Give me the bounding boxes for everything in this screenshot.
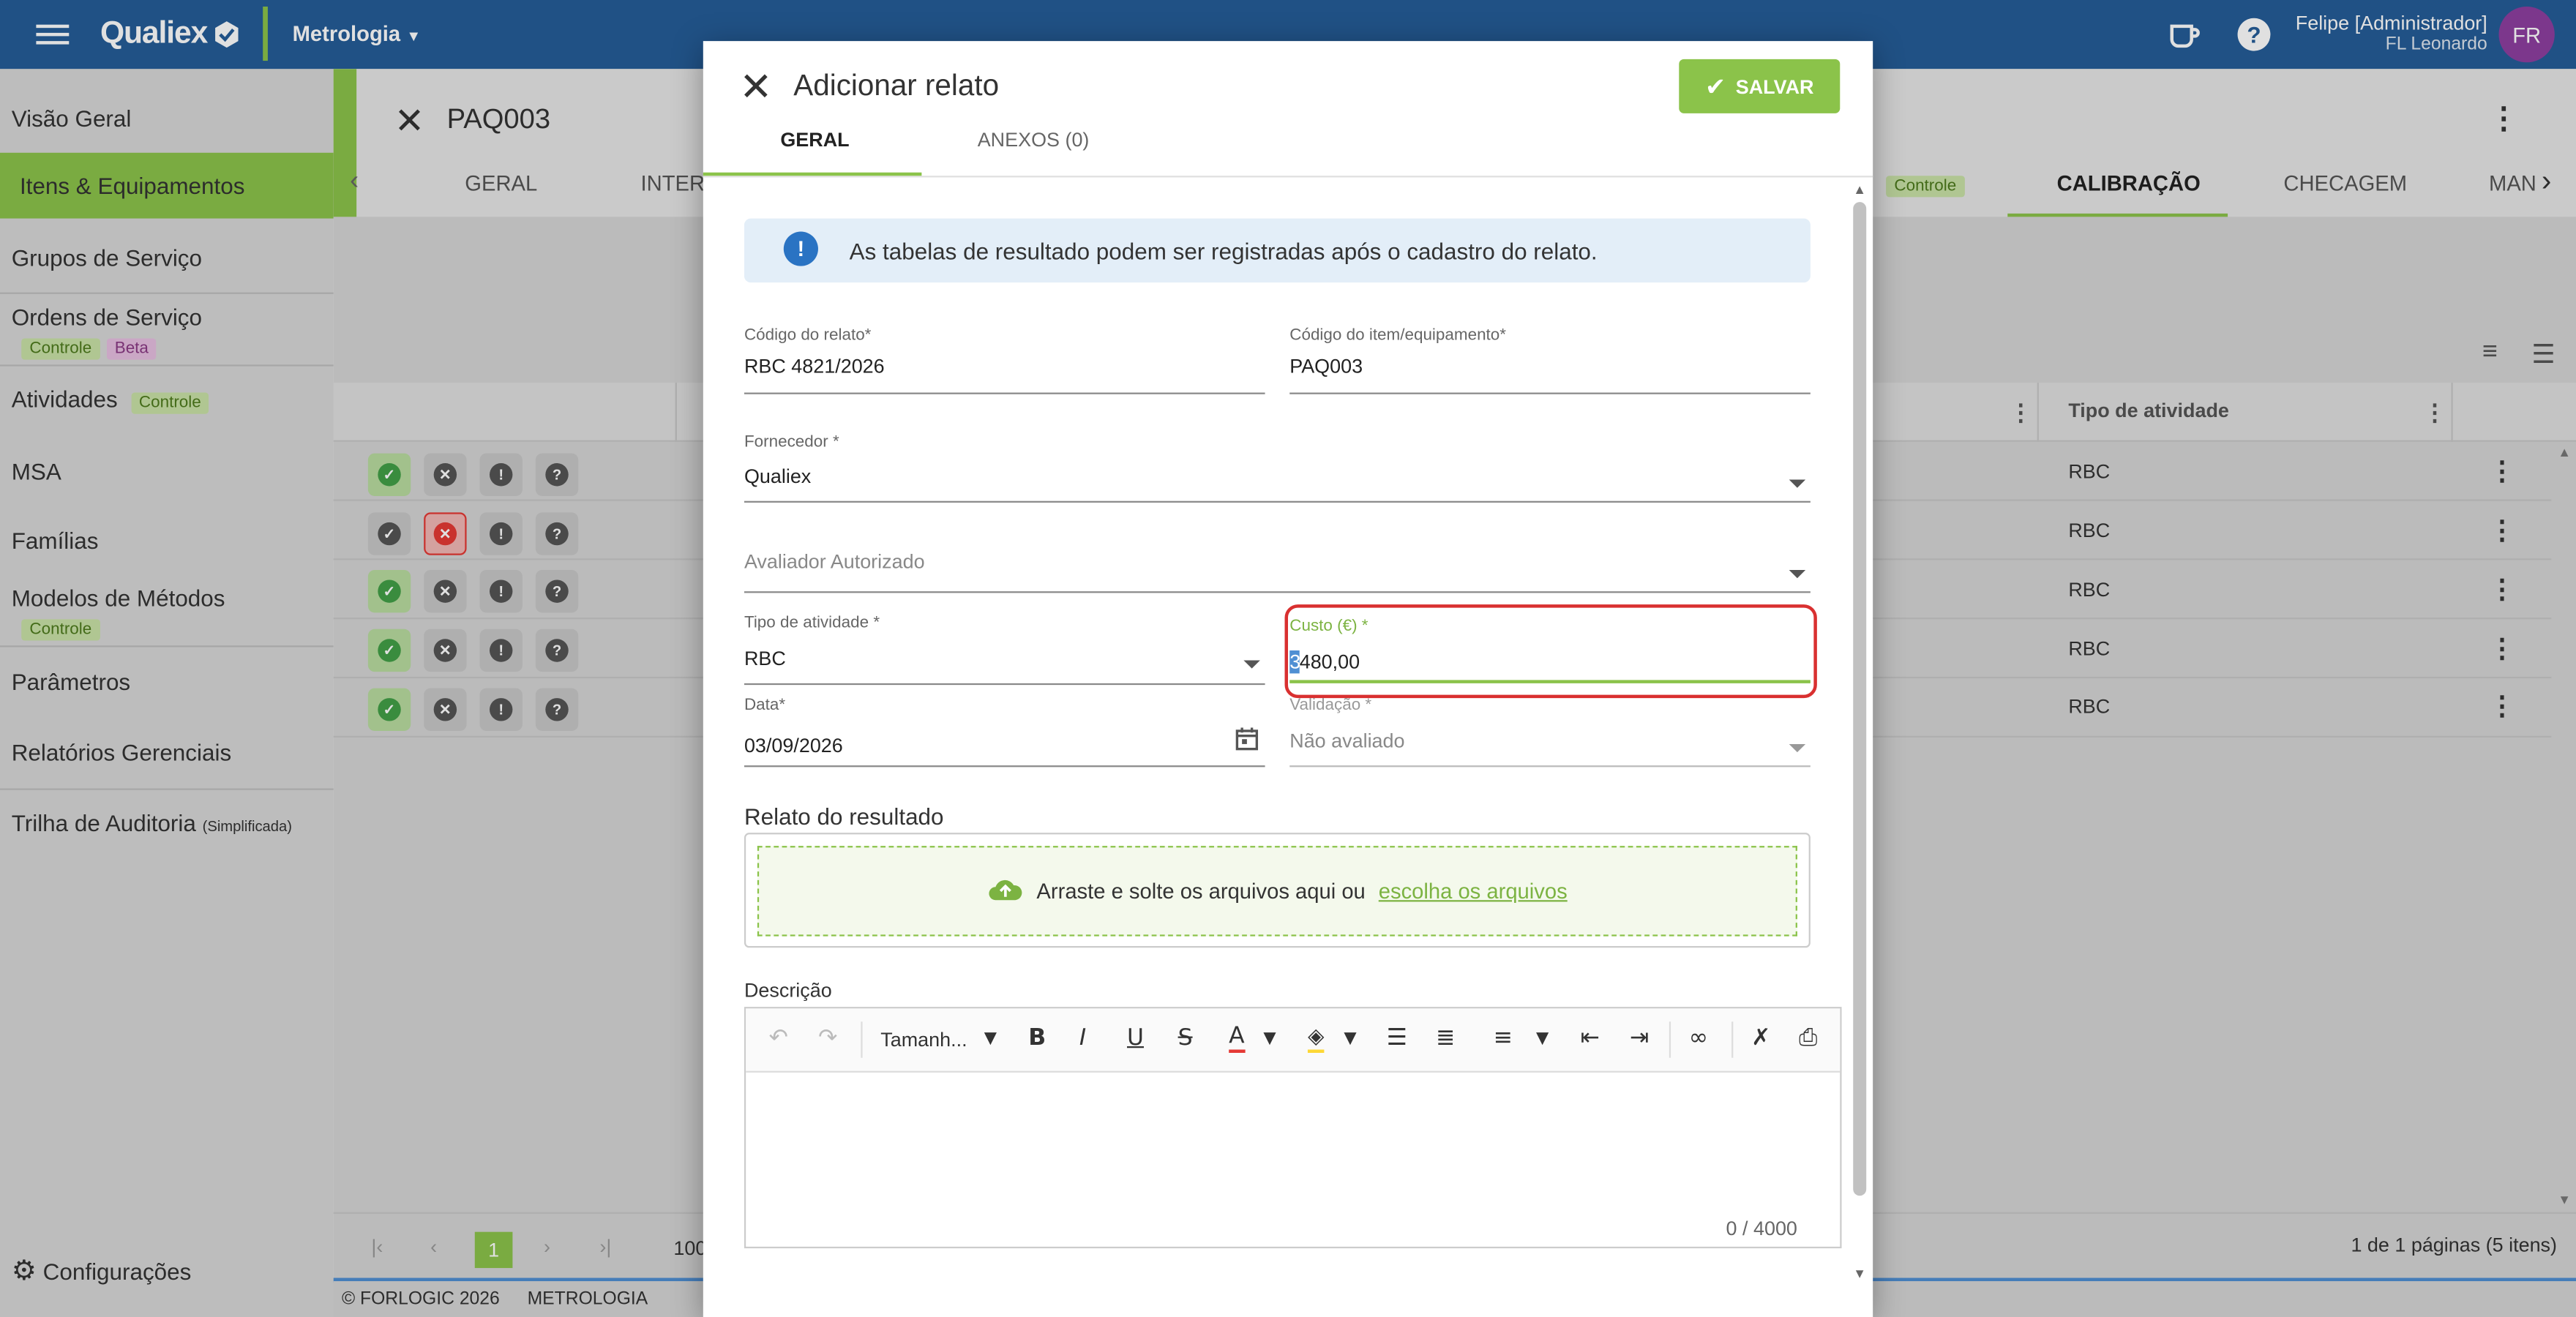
info-text: As tabelas de resultado podem ser regist… — [849, 238, 1598, 265]
field-underline — [744, 500, 1811, 503]
close-icon[interactable]: ✕ — [739, 64, 772, 112]
chevron-down-icon[interactable]: ▼ — [1344, 1030, 1356, 1048]
custo-value: 480,00 — [1299, 650, 1360, 674]
field-underline-active — [1289, 680, 1811, 683]
bold-icon[interactable]: B — [1028, 1025, 1046, 1051]
codigo-item-label: Código do item/equipamento* — [1289, 326, 1507, 345]
tab-anexos[interactable]: ANEXOS (0) — [978, 128, 1090, 151]
link-icon[interactable]: ∞ — [1689, 1025, 1708, 1051]
editor-toolbar: ↶ ↷ Tamanh... ▼ B I U S A ▼ ◈ ▼ ☰ ≣ ≡ ▼ … — [746, 1008, 1841, 1073]
choose-files-link[interactable]: escolha os arquivos — [1379, 879, 1568, 904]
underline-icon[interactable]: U — [1127, 1025, 1144, 1051]
dropzone-inner[interactable]: Arraste e solte os arquivos aqui ou esco… — [757, 846, 1797, 937]
dialog-title: Adicionar relato — [793, 69, 1000, 102]
scroll-down-icon[interactable]: ▼ — [1853, 1267, 1866, 1281]
font-size-select[interactable]: Tamanh... — [880, 1028, 967, 1051]
data-input[interactable]: 03/09/2026 — [744, 734, 843, 757]
outdent-icon[interactable]: ⇤ — [1581, 1025, 1600, 1051]
indent-icon[interactable]: ⇥ — [1630, 1025, 1649, 1051]
tabs-divider — [703, 176, 1873, 178]
validacao-label: Validação * — [1289, 696, 1372, 715]
character-counter: 0 / 4000 — [1726, 1217, 1797, 1240]
field-underline — [744, 392, 1265, 394]
dropzone[interactable]: Arraste e solte os arquivos aqui ou esco… — [744, 833, 1811, 948]
tipo-atividade-select[interactable]: RBC — [744, 647, 786, 669]
save-label: SALVAR — [1735, 75, 1814, 98]
italic-icon[interactable]: I — [1079, 1025, 1086, 1051]
fornecedor-label: Fornecedor * — [744, 433, 839, 452]
strikethrough-icon[interactable]: S — [1178, 1025, 1193, 1051]
codigo-item-input[interactable]: PAQ003 — [1289, 355, 1363, 378]
info-alert: ! As tabelas de resultado podem ser regi… — [744, 218, 1811, 283]
print-icon[interactable]: ⎙ — [1799, 1025, 1817, 1051]
selected-text: 3 — [1289, 650, 1301, 674]
chevron-down-icon — [1789, 743, 1806, 753]
info-icon: ! — [783, 231, 818, 266]
chevron-down-icon[interactable]: ▼ — [1263, 1030, 1276, 1048]
chevron-down-icon[interactable] — [1789, 479, 1806, 488]
description-editor[interactable]: ↶ ↷ Tamanh... ▼ B I U S A ▼ ◈ ▼ ☰ ≣ ≡ ▼ … — [744, 1007, 1842, 1249]
custo-label: Custo (€) * — [1289, 618, 1368, 636]
scrollbar[interactable] — [1853, 202, 1867, 1196]
calendar-icon[interactable] — [1234, 726, 1260, 760]
chevron-down-icon[interactable]: ▼ — [984, 1030, 997, 1048]
text-color-icon[interactable]: A — [1229, 1024, 1245, 1053]
custo-input[interactable]: 3480,00 — [1289, 650, 1360, 674]
dropzone-text: Arraste e solte os arquivos aqui ou — [1036, 879, 1366, 904]
field-underline — [744, 765, 1265, 768]
field-underline — [1289, 392, 1811, 394]
clear-format-icon[interactable]: ✗ — [1751, 1025, 1770, 1051]
numbered-list-icon[interactable]: ≣ — [1436, 1025, 1455, 1051]
tipo-atividade-label: Tipo de atividade * — [744, 614, 880, 633]
data-label: Data* — [744, 696, 786, 715]
save-button[interactable]: ✔ SALVAR — [1679, 59, 1841, 113]
avaliador-select[interactable]: Avaliador Autorizado — [744, 550, 925, 573]
undo-icon: ↶ — [768, 1024, 788, 1051]
relato-section-title: Relato do resultado — [744, 803, 944, 830]
descricao-label: Descrição — [744, 978, 832, 1002]
bulleted-list-icon[interactable]: ☰ — [1387, 1025, 1407, 1051]
codigo-relato-label: Código do relato* — [744, 326, 872, 345]
chevron-down-icon[interactable]: ▼ — [1536, 1030, 1549, 1048]
field-underline — [744, 683, 1265, 686]
codigo-relato-input[interactable]: RBC 4821/2026 — [744, 355, 885, 378]
validacao-select: Não avaliado — [1289, 729, 1405, 753]
active-tab-underline — [703, 172, 922, 176]
chevron-down-icon[interactable] — [1243, 660, 1260, 669]
redo-icon: ↷ — [817, 1024, 838, 1051]
add-report-dialog: ✕ Adicionar relato ✔ SALVAR GERAL ANEXOS… — [703, 41, 1873, 1317]
align-left-icon[interactable]: ≡ — [1494, 1025, 1513, 1051]
field-underline — [1289, 765, 1811, 768]
field-underline — [744, 591, 1811, 593]
cloud-upload-icon — [987, 876, 1023, 907]
chevron-down-icon[interactable] — [1789, 569, 1806, 579]
highlight-color-icon[interactable]: ◈ — [1307, 1025, 1325, 1053]
fornecedor-select[interactable]: Qualiex — [744, 465, 811, 487]
scroll-up-icon[interactable]: ▲ — [1853, 182, 1866, 197]
check-icon: ✔ — [1705, 71, 1726, 102]
tab-geral[interactable]: GERAL — [780, 128, 849, 151]
